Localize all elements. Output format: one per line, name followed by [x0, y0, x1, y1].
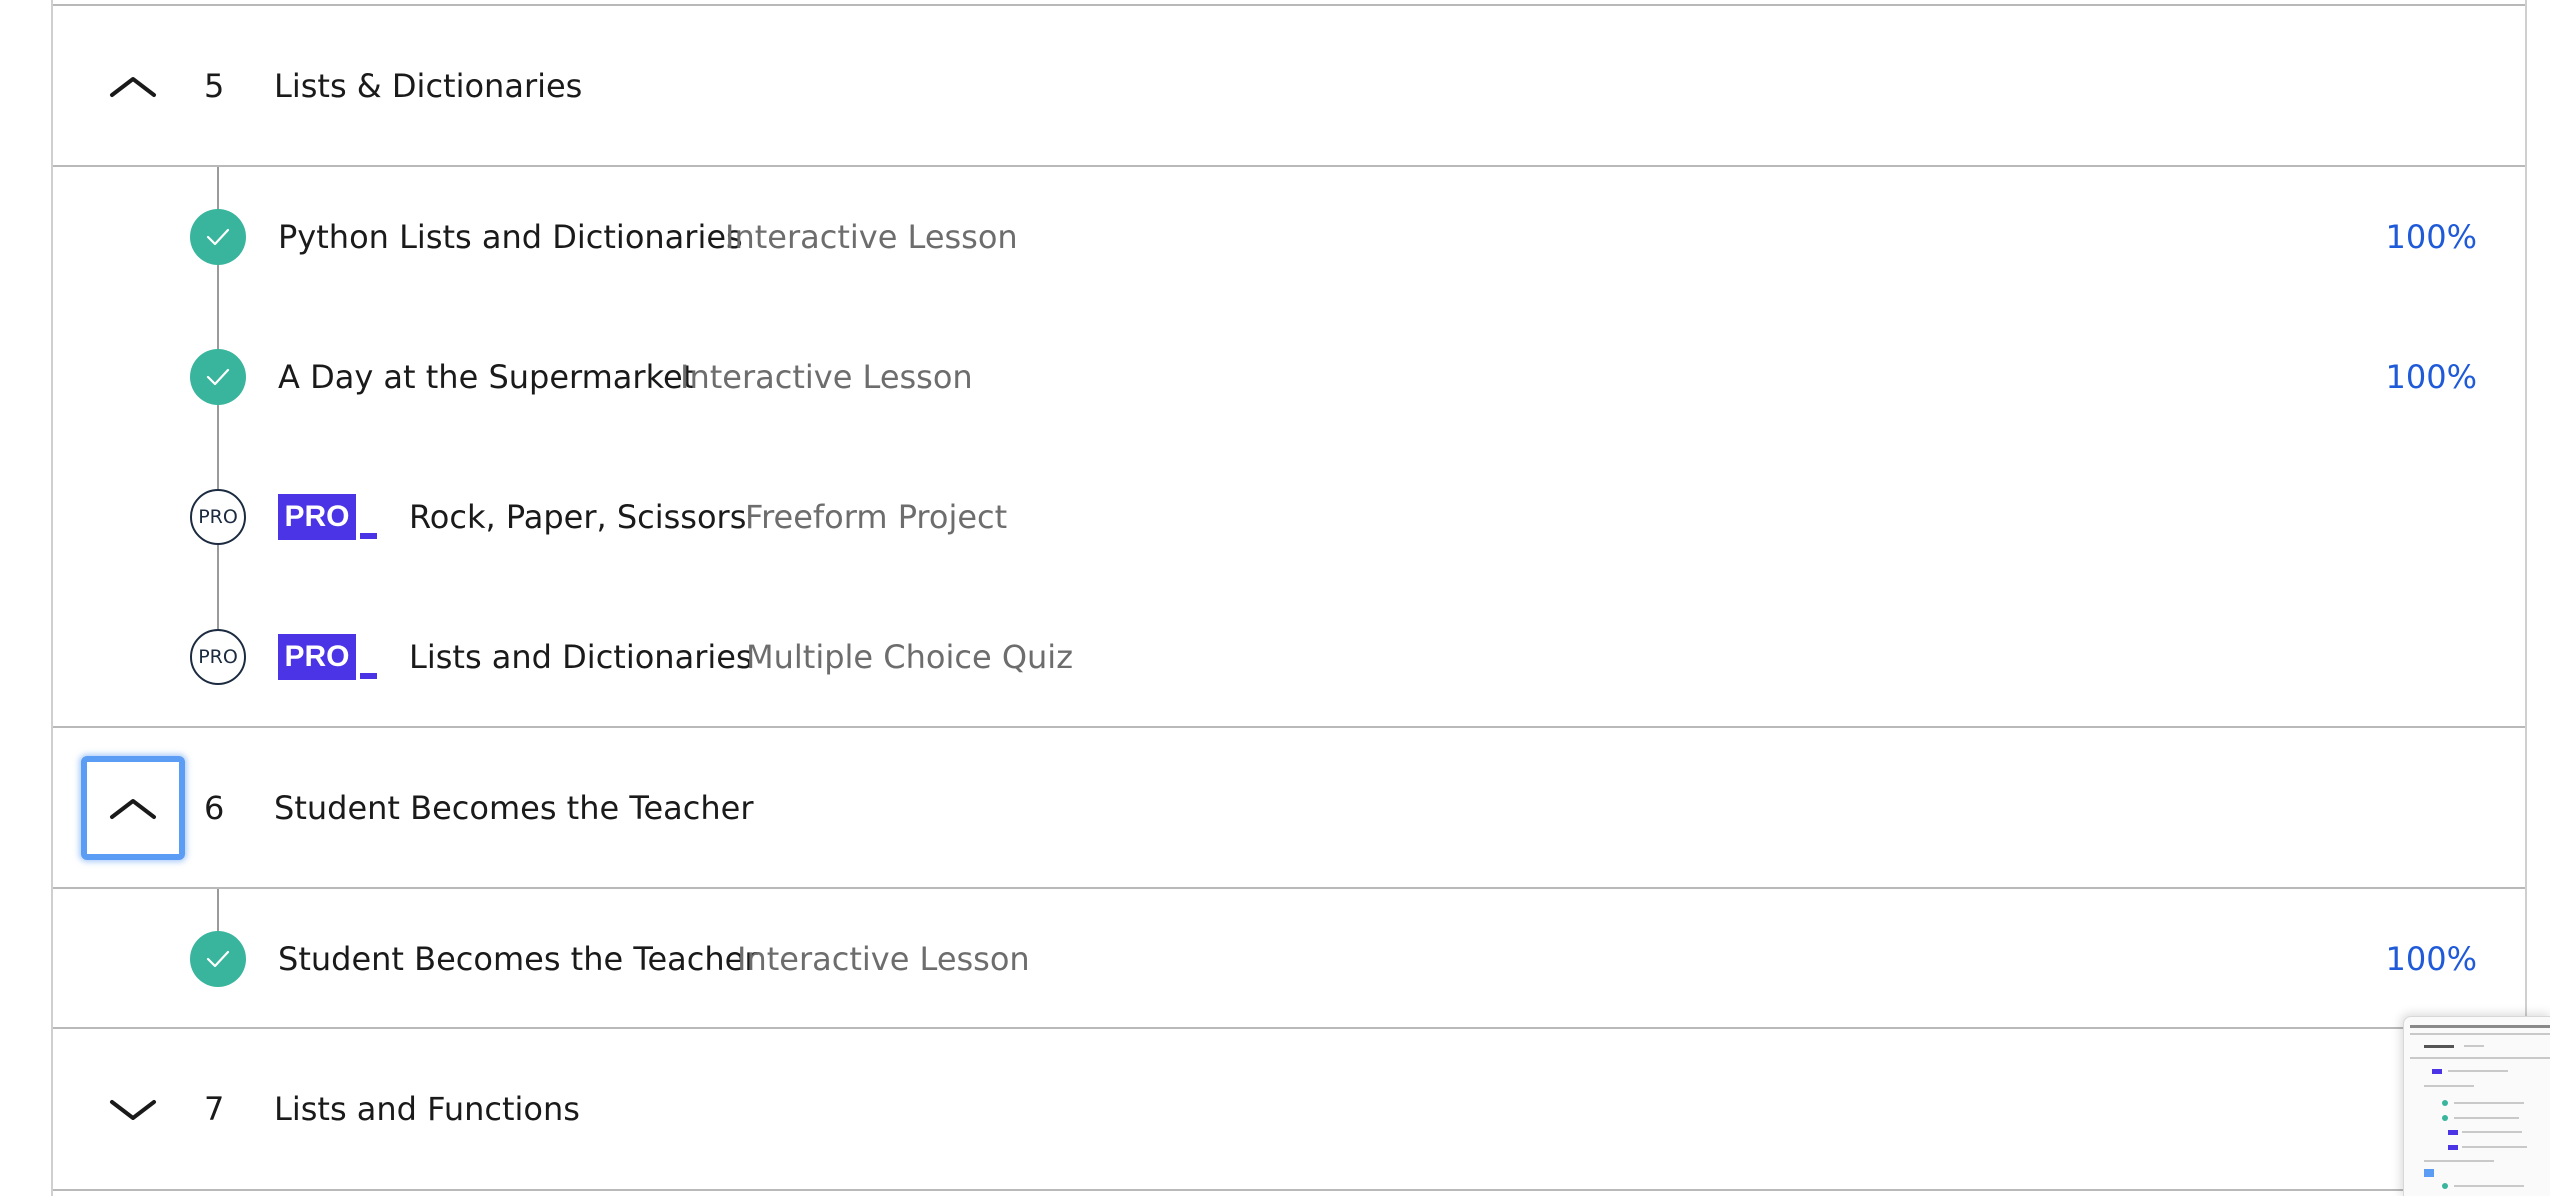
pro-badge-cursor: [360, 673, 377, 679]
section-toggle-button[interactable]: [81, 756, 185, 860]
lesson-progress: 100%: [2385, 358, 2477, 396]
thumbnail-line: [2424, 1045, 2454, 1048]
lesson-row[interactable]: PRO PRO Rock, Paper, Scissors Freeform P…: [53, 447, 2525, 587]
section-header-7[interactable]: 7 Lists and Functions: [53, 1029, 2525, 1189]
section-number: 5: [204, 67, 225, 105]
thumbnail-line: [2424, 1160, 2494, 1162]
pro-badge: PRO: [278, 634, 356, 680]
checkmark-icon: [206, 368, 230, 386]
lesson-title[interactable]: Rock, Paper, Scissors: [409, 447, 746, 587]
pro-status-icon: PRO: [190, 629, 246, 685]
thumbnail-dot: [2442, 1183, 2448, 1189]
checkmark-icon: [206, 228, 230, 246]
pro-badge: PRO: [278, 494, 356, 540]
divider: [53, 1189, 2525, 1191]
chevron-up-icon: [110, 77, 156, 97]
lesson-row[interactable]: PRO PRO Lists and Dictionaries Multiple …: [53, 587, 2525, 727]
thumbnail-line: [2454, 1117, 2519, 1119]
lesson-row[interactable]: Python Lists and Dictionaries Interactiv…: [53, 167, 2525, 307]
lesson-progress: 100%: [2385, 218, 2477, 256]
thumbnail-line: [2410, 1057, 2550, 1059]
thumbnail-pro-mark: [2432, 1069, 2442, 1074]
section-toggle-button[interactable]: [81, 34, 185, 138]
lesson-title[interactable]: Lists and Dictionaries: [409, 587, 753, 727]
lesson-type: Freeform Project: [745, 498, 1008, 536]
lesson-type: Multiple Choice Quiz: [746, 638, 1073, 676]
lesson-type: Interactive Lesson: [737, 940, 1030, 978]
section-header-5[interactable]: 5 Lists & Dictionaries: [53, 6, 2525, 166]
lesson-row[interactable]: Student Becomes the Teacher Interactive …: [53, 889, 2525, 1029]
thumbnail-pro-mark: [2448, 1130, 2458, 1135]
lesson-title[interactable]: A Day at the Supermarket: [278, 307, 695, 447]
section-number: 6: [204, 789, 225, 827]
screenshot-preview-thumbnail[interactable]: [2403, 1016, 2550, 1196]
chevron-up-icon: [110, 799, 156, 819]
thumbnail-pro-mark: [2448, 1145, 2458, 1150]
thumbnail-line: [2454, 1185, 2524, 1187]
thumbnail-toolbar: [2410, 1025, 2550, 1028]
lesson-title[interactable]: Python Lists and Dictionaries: [278, 167, 743, 307]
complete-status-icon: [190, 209, 246, 265]
section-title[interactable]: Lists & Dictionaries: [274, 6, 582, 166]
thumbnail-line: [2448, 1070, 2508, 1072]
thumbnail-dot: [2442, 1100, 2448, 1106]
checkmark-icon: [206, 950, 230, 968]
thumbnail-line: [2424, 1085, 2474, 1087]
lesson-row[interactable]: A Day at the Supermarket Interactive Les…: [53, 307, 2525, 447]
thumbnail-line: [2454, 1102, 2524, 1104]
lesson-type: Interactive Lesson: [725, 218, 1018, 256]
lesson-progress: 100%: [2385, 940, 2477, 978]
course-syllabus-page: 5 Lists & Dictionaries Python Lists and …: [0, 0, 2550, 1196]
section-title[interactable]: Lists and Functions: [274, 1029, 580, 1189]
thumbnail-line: [2410, 1033, 2550, 1035]
thumbnail-dot: [2442, 1115, 2448, 1121]
thumbnail-line: [2424, 1169, 2434, 1177]
thumbnail-line: [2462, 1131, 2522, 1133]
lesson-title[interactable]: Student Becomes the Teacher: [278, 889, 757, 1029]
syllabus-container: 5 Lists & Dictionaries Python Lists and …: [51, 0, 2527, 1196]
thumbnail-line: [2462, 1146, 2527, 1148]
complete-status-icon: [190, 931, 246, 987]
complete-status-icon: [190, 349, 246, 405]
chevron-down-icon: [110, 1100, 156, 1120]
lesson-type: Interactive Lesson: [680, 358, 973, 396]
section-title[interactable]: Student Becomes the Teacher: [274, 728, 753, 888]
thumbnail-line: [2464, 1045, 2484, 1047]
section-header-6[interactable]: 6 Student Becomes the Teacher: [53, 728, 2525, 888]
section-number: 7: [204, 1090, 225, 1128]
section-toggle-button[interactable]: [81, 1057, 185, 1161]
pro-status-icon: PRO: [190, 489, 246, 545]
pro-badge-cursor: [360, 533, 377, 539]
